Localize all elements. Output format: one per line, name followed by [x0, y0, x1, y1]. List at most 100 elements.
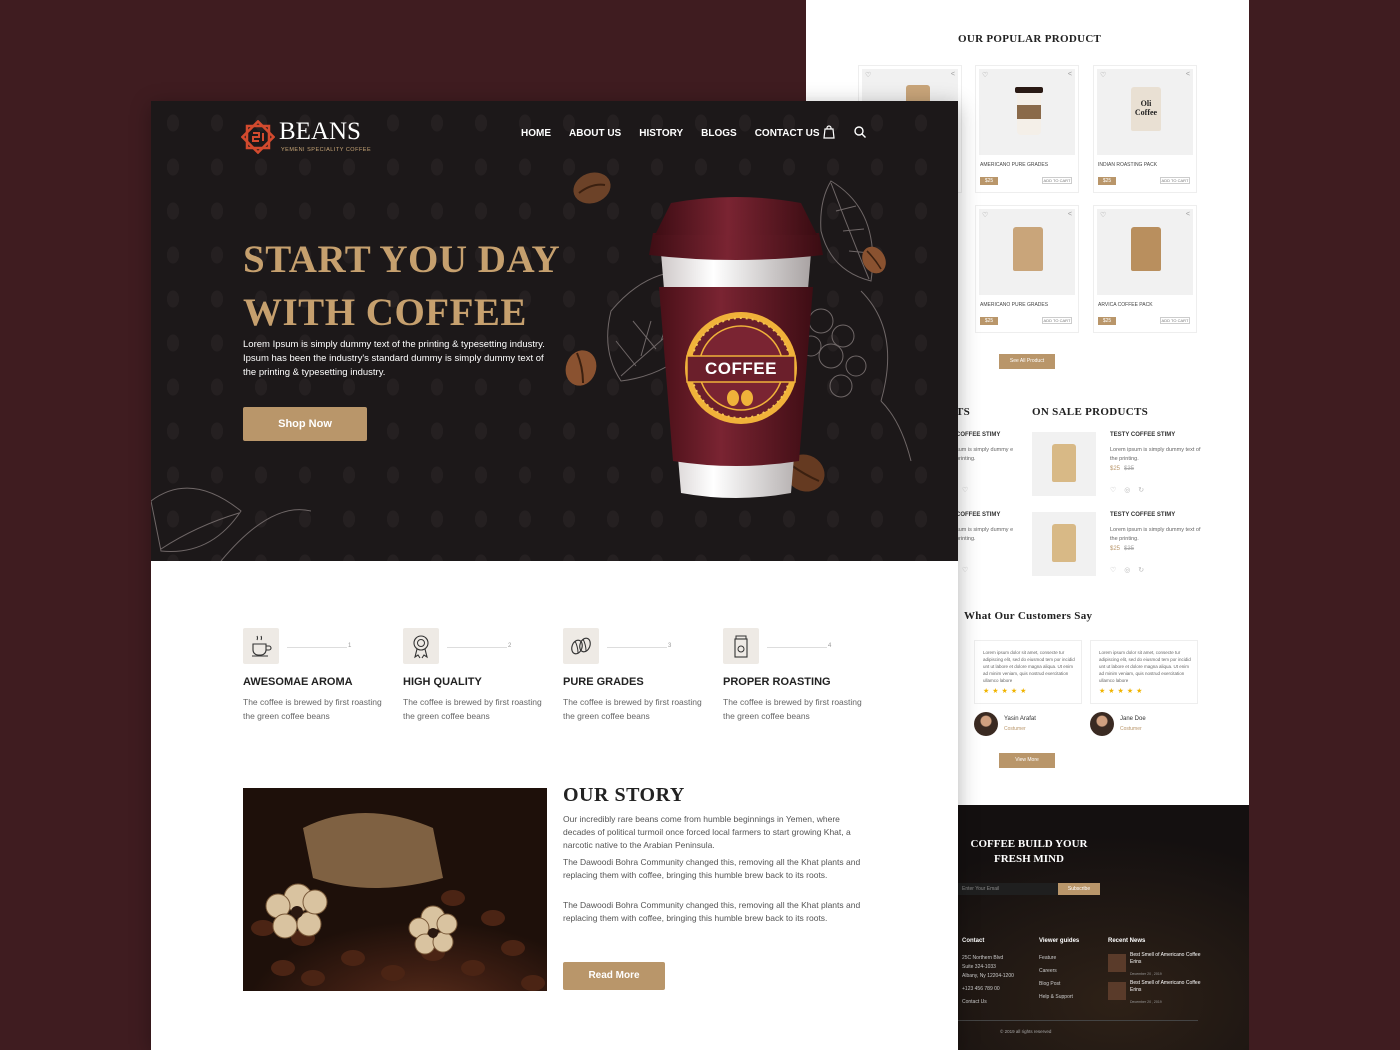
main-nav: HOME ABOUT US HISTORY BLOGS CONTACT US	[521, 128, 820, 139]
shopping-bag-icon[interactable]	[822, 125, 836, 139]
add-to-cart-button[interactable]: ADD TO CART	[1042, 177, 1072, 184]
add-to-cart-button[interactable]: ADD TO CART	[1160, 317, 1190, 324]
sale-item-title: TESTY COFFEE STIMY	[1110, 432, 1176, 438]
leaf-line-art	[151, 487, 311, 561]
share-icon[interactable]: <	[951, 71, 955, 78]
coffee-bag-image	[1052, 524, 1076, 562]
shop-now-button[interactable]: Shop Now	[243, 407, 367, 441]
feature-desc: The coffee is brewed by first roasting t…	[243, 697, 382, 721]
hero-title: START YOU DAY WITH COFFEE	[243, 238, 561, 334]
sale-item-actions[interactable]: ♡ ◎ ↻	[1110, 566, 1147, 574]
product-card[interactable]: Oli Coffee ♡ < INDIAN ROASTING PACK $25 …	[1093, 65, 1197, 193]
footer-link[interactable]: Help & Support	[1039, 991, 1099, 1004]
footer-contact: Contact 25C Northern Blvd Suite 324-1033…	[962, 935, 1032, 1009]
footer-contact-heading: Contact	[962, 938, 985, 944]
feature-title: AWESOMAE AROMA	[243, 676, 353, 688]
front-page: BEANS YEMENI SPECIALITY COFFEE HOME ABOU…	[151, 101, 958, 1050]
feature-title: PURE GRADES	[563, 676, 644, 688]
news-thumbnail	[1108, 954, 1126, 972]
sale-item[interactable]: TESTY COFFEE STIMY Lorem ipsum is simply…	[1032, 432, 1212, 498]
product-card[interactable]: ♡ < ARVICA COFFEE PACK $25 ADD TO CART	[1093, 205, 1197, 333]
product-name: ARVICA COFFEE PACK	[1098, 302, 1153, 308]
feature-divider	[767, 647, 827, 648]
sale-item-price: $25 $35	[1110, 466, 1135, 472]
footer-link[interactable]: Blog Post	[1039, 978, 1099, 991]
add-to-cart-button[interactable]: ADD TO CART	[1042, 317, 1072, 324]
feature-divider	[447, 647, 507, 648]
coffee-bag-image	[1131, 227, 1161, 271]
sale-item-image	[1032, 432, 1096, 496]
news-date: December 20 , 2019	[1130, 1000, 1162, 1004]
heart-icon[interactable]: ♡	[865, 71, 871, 79]
see-all-products-button[interactable]: See All Product	[999, 354, 1055, 369]
feature-number: 1	[348, 643, 352, 649]
story-paragraph: The Dawoodi Bohra Community changed this…	[563, 900, 861, 923]
nav-history[interactable]: HISTORY	[639, 128, 683, 139]
news-item[interactable]: Best Smell of Americano Coffee Erins Dec…	[1108, 980, 1208, 1008]
nav-blogs[interactable]: BLOGS	[701, 128, 737, 139]
rating-stars: ★★★★★	[1099, 688, 1146, 695]
story-title: OUR STORY	[563, 784, 685, 806]
footer-news-heading: Recent News	[1108, 938, 1146, 944]
coffee-cup-icon	[243, 628, 279, 664]
email-input[interactable]: Enter Your Email	[958, 883, 1058, 895]
view-more-button[interactable]: View More	[999, 753, 1055, 768]
nav-contact-us[interactable]: CONTACT US	[755, 128, 820, 139]
share-icon[interactable]: <	[1068, 71, 1072, 78]
testimonial-card: Lorem ipsum dolor sit amet, consecte tur…	[1090, 640, 1198, 704]
nav-about-us[interactable]: ABOUT US	[569, 128, 621, 139]
news-title: Best Smell of Americano Coffee Erins	[1130, 980, 1201, 993]
footer-news: Recent News Best Smell of Americano Coff…	[1108, 935, 1208, 1008]
logo[interactable]: BEANS YEMENI SPECIALITY COFFEE	[241, 118, 371, 158]
hero-description: Lorem Ipsum is simply dummy text of the …	[243, 339, 545, 378]
search-icon[interactable]	[853, 125, 867, 139]
testimonial-quote: Lorem ipsum dolor sit amet, consecte tur…	[1099, 650, 1191, 683]
on-sale-title: ON SALE PRODUCTS	[1032, 406, 1149, 418]
customer-role: Costumer	[1004, 726, 1026, 732]
product-card[interactable]: ♡ < AMERICANO PURE GRADES $25 ADD TO CAR…	[975, 65, 1079, 193]
share-icon[interactable]: <	[1068, 211, 1072, 218]
share-icon[interactable]: <	[1186, 211, 1190, 218]
product-image	[979, 209, 1075, 295]
nav-home[interactable]: HOME	[521, 128, 551, 139]
product-card[interactable]: ♡ < AMERICANO PURE GRADES $25 ADD TO CAR…	[975, 205, 1079, 333]
add-to-cart-button[interactable]: ADD TO CART	[1160, 177, 1190, 184]
features-row: 1 AWESOMAE AROMA The coffee is brewed by…	[243, 628, 883, 728]
coffee-bag-image	[1052, 444, 1076, 482]
coffee-bean-image	[573, 172, 611, 204]
footer-link[interactable]: Feature	[1039, 952, 1099, 965]
sale-item-actions[interactable]: ♡ ◎ ↻	[1110, 486, 1147, 494]
partial-sale-item[interactable]: COFFEE STIMY sum is simply dummy e print…	[956, 432, 1026, 502]
beans-logo-icon	[241, 120, 275, 154]
feature-desc: The coffee is brewed by first roasting t…	[563, 697, 702, 721]
coffee-bean-image	[565, 350, 597, 386]
heart-icon[interactable]: ♡	[1100, 71, 1106, 79]
product-price: $25	[980, 317, 998, 325]
subscribe-button[interactable]: Subscribe	[1058, 883, 1100, 895]
heart-icon[interactable]: ♡	[1100, 211, 1106, 219]
heart-icon[interactable]: ♡	[982, 211, 988, 219]
address-line: Albany, Ny 12204-1200	[962, 973, 1014, 979]
heart-icon[interactable]: ♡	[982, 71, 988, 79]
sale-item[interactable]: TESTY COFFEE STIMY Lorem ipsum is simply…	[1032, 512, 1212, 578]
contact-us-link[interactable]: Contact Us	[962, 996, 1032, 1009]
logo-subtitle: YEMENI SPECIALITY COFFEE	[281, 147, 372, 153]
feature-divider	[287, 647, 347, 648]
sale-item-desc: Lorem ipsum is simply dummy text of the …	[1110, 447, 1201, 462]
news-title: Best Smell of Americano Coffee Erins	[1130, 952, 1201, 965]
heart-icon[interactable]: ♡	[962, 566, 968, 574]
footer-link[interactable]: Careers	[1039, 965, 1099, 978]
news-item[interactable]: Best Smell of Americano Coffee Erins Dec…	[1108, 952, 1208, 980]
heart-icon[interactable]: ♡	[962, 486, 968, 494]
feature-desc: The coffee is brewed by first roasting t…	[723, 697, 862, 721]
avatar	[974, 712, 998, 736]
coffee-cup-image	[649, 197, 823, 498]
sale-item-desc: Lorem ipsum is simply dummy text of the …	[1110, 527, 1201, 542]
footer-title: COFFEE BUILD YOUR FRESH MIND	[970, 838, 1088, 865]
share-icon[interactable]: <	[1186, 71, 1190, 78]
footer-guides: Viewer guides Feature Careers Blog Post …	[1039, 935, 1099, 1004]
sale-item-title: COFFEE STIMY	[956, 512, 1001, 518]
partial-sale-item[interactable]: COFFEE STIMY sum is simply dummy e print…	[956, 512, 1026, 582]
feature-number: 4	[828, 643, 832, 649]
read-more-button[interactable]: Read More	[563, 962, 665, 990]
